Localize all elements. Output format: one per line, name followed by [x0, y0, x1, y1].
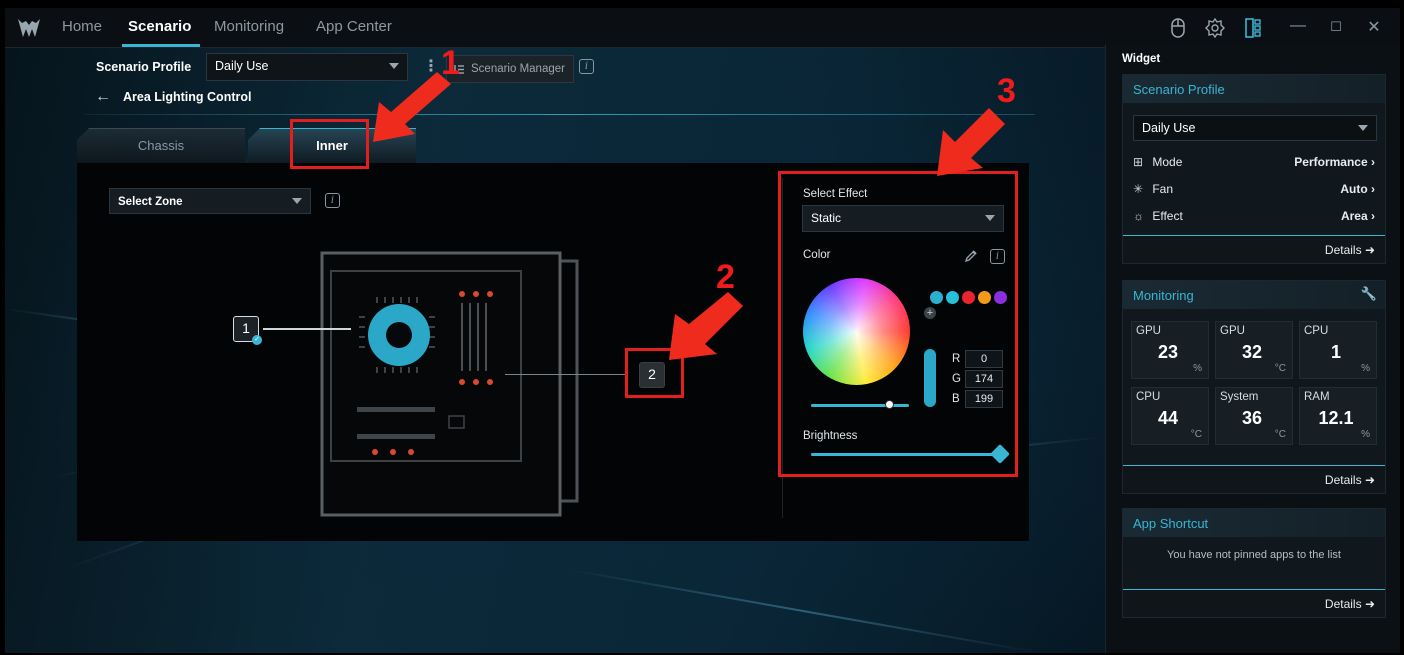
monitoring-tile: GPU 23% — [1131, 321, 1209, 379]
details-label: Details — [1324, 597, 1362, 611]
monitoring-tile-label: GPU — [1136, 325, 1161, 337]
minimize-icon[interactable]: — — [1288, 17, 1308, 35]
effect-row[interactable]: ☼ Effect Area › — [1133, 209, 1375, 223]
monitoring-tile-value: 23 — [1157, 342, 1179, 362]
monitoring-tile-unit: °C — [1274, 429, 1286, 440]
monitoring-tile-label: GPU — [1220, 325, 1245, 337]
arrow-right-icon: ➜ — [1364, 243, 1375, 257]
monitoring-tile: System 36 °C — [1215, 387, 1293, 445]
mode-icon: ⊞ — [1133, 155, 1144, 169]
details-label: Details — [1324, 243, 1362, 257]
mode-row[interactable]: ⊞ Mode Performance › — [1133, 155, 1375, 169]
empty-shortcuts-message: You have not pinned apps to the list — [1167, 549, 1341, 561]
monitoring-tile-value: 32 — [1241, 342, 1263, 362]
settings-gear-icon[interactable] — [1204, 17, 1226, 39]
mode-value: Performance — [1294, 155, 1368, 169]
effect-icon: ☼ — [1133, 209, 1144, 223]
widget-title: Widget — [1122, 53, 1161, 65]
sidebar-profile-value: Daily Use — [1142, 121, 1196, 135]
scenario-card-title: Scenario Profile — [1123, 75, 1385, 103]
mode-label: Mode — [1152, 155, 1183, 169]
fan-label: Fan — [1152, 182, 1174, 196]
maximize-icon[interactable]: ☐ — [1326, 19, 1346, 35]
monitoring-tile-value: 36 — [1241, 408, 1263, 428]
monitoring-tile: CPU 44 °C — [1131, 387, 1209, 445]
monitoring-tile-value: 44 — [1157, 408, 1179, 428]
widget-panel-icon[interactable] — [1242, 17, 1264, 39]
effect-value-sidebar: Area — [1340, 209, 1368, 223]
monitoring-title-text: Monitoring — [1133, 288, 1194, 303]
widget-sidebar: Widget Scenario Profile Daily Use ⊞ Mode… — [1105, 44, 1400, 653]
monitoring-card: Monitoring 🔧 GPU 23% GPU 32 °C CPU 1% CPU 44 °C Sy… — [1122, 280, 1386, 494]
monitoring-tile-unit: °C — [1190, 429, 1202, 440]
monitoring-tile-label: RAM — [1304, 391, 1330, 403]
monitoring-tile-unit: % — [1361, 429, 1370, 440]
monitoring-tile-value: 1 — [1330, 342, 1341, 362]
monitoring-tile-label: System — [1220, 391, 1259, 403]
fan-row[interactable]: ✳ Fan Auto › — [1133, 182, 1375, 196]
fan-icon: ✳ — [1133, 182, 1144, 196]
monitoring-tile-unit: % — [1361, 363, 1370, 374]
wrench-icon[interactable]: 🔧 — [1361, 286, 1377, 302]
scenario-details-link[interactable]: Details ➜ — [1123, 235, 1385, 263]
monitoring-tile: GPU 32 °C — [1215, 321, 1293, 379]
arrow-right-icon: ➜ — [1364, 473, 1375, 487]
close-icon[interactable]: ✕ — [1364, 17, 1384, 37]
mouse-icon[interactable] — [1167, 17, 1189, 39]
monitoring-tile-label: CPU — [1136, 391, 1161, 403]
shortcut-details-link[interactable]: Details ➜ — [1123, 589, 1385, 617]
app-window: Home Scenario Monitoring App Center — ☐ … — [5, 8, 1400, 653]
app-shortcut-card: App Shortcut You have not pinned apps to… — [1122, 508, 1386, 618]
app-shortcut-title: App Shortcut — [1123, 509, 1385, 537]
scenario-profile-card: Scenario Profile Daily Use ⊞ Mode Perfor… — [1122, 74, 1386, 264]
monitoring-tile: CPU 1% — [1299, 321, 1377, 379]
monitoring-card-title: Monitoring 🔧 — [1123, 281, 1385, 309]
sidebar-profile-select[interactable]: Daily Use — [1133, 115, 1377, 141]
arrow-3-icon — [937, 108, 1005, 176]
monitoring-details-link[interactable]: Details ➜ — [1123, 465, 1385, 493]
monitoring-tile-label: CPU — [1304, 325, 1329, 337]
arrow-2-icon — [669, 292, 743, 360]
monitoring-tile: RAM 12.1% — [1299, 387, 1377, 445]
monitoring-tile-value: 12.1 — [1318, 408, 1354, 428]
chevron-down-icon — [1358, 125, 1368, 131]
annotation-arrows — [373, 72, 1005, 360]
effect-label: Effect — [1152, 209, 1183, 223]
monitoring-tile-unit: °C — [1274, 363, 1286, 374]
fan-value: Auto — [1340, 182, 1368, 196]
arrow-right-icon: ➜ — [1364, 597, 1375, 611]
details-label: Details — [1324, 473, 1362, 487]
arrow-1-icon — [373, 72, 451, 142]
monitoring-tile-unit: % — [1193, 363, 1202, 374]
